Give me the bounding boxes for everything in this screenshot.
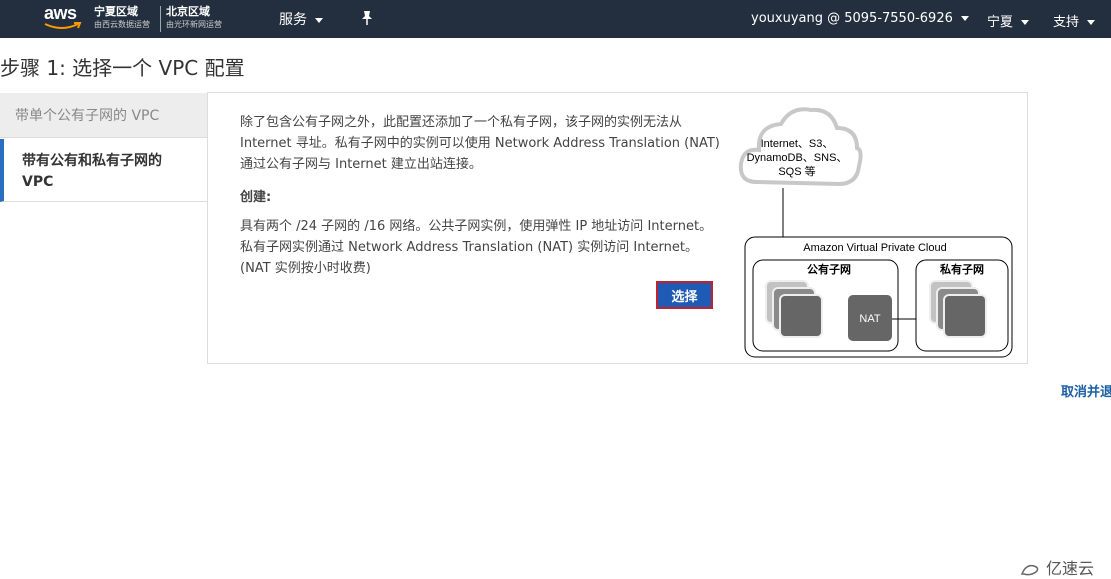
support-menu[interactable]: 支持 (1053, 11, 1096, 30)
cloud-text-line1: Internet、S3、 (761, 138, 834, 150)
vpc-architecture-diagram: Internet、S3、 DynamoDB、SNS、 SQS 等 Amazon … (738, 107, 1013, 358)
create-label: 创建: (240, 190, 272, 205)
region-ningxia-operator: 由西云数据运营 (94, 20, 150, 29)
config-description: 除了包含公有子网之外，此配置还添加了一个私有子网，该子网的实例无法从 Inter… (240, 115, 720, 172)
region-beijing[interactable]: 北京区域 由光环新网运营 (166, 5, 222, 31)
region-ningxia-name: 宁夏区域 (94, 5, 138, 18)
chevron-down-icon (960, 16, 969, 21)
watermark: 亿速云 (1020, 555, 1094, 579)
nat-label: NAT (859, 313, 880, 325)
tab-single-public-subnet-vpc[interactable]: 带单个公有子网的 VPC (0, 93, 207, 138)
services-label: 服务 (279, 12, 307, 28)
chevron-down-icon (1021, 20, 1030, 25)
tab-public-private-subnet-vpc[interactable]: 带有公有和私有子网的 VPC (0, 139, 207, 202)
aws-logo-text: aws (44, 3, 77, 23)
account-menu[interactable]: youxuyang @ 5095-7550-6926 (751, 11, 969, 26)
cancel-link[interactable]: 取消并退 (1061, 381, 1111, 400)
support-label: 支持 (1053, 15, 1080, 30)
region-divider (160, 6, 161, 32)
page-title: 步骤 1: 选择一个 VPC 配置 (0, 56, 245, 80)
cloud-text-line3: SQS 等 (778, 164, 815, 178)
chevron-down-icon (315, 17, 323, 23)
server-stack-icon (765, 280, 823, 338)
create-details: 具有两个 /24 子网的 /16 网络。公共子网实例，使用弹性 IP 地址访问 … (240, 219, 713, 276)
private-subnet-label: 私有子网 (940, 262, 984, 276)
region-menu-label: 宁夏 (987, 15, 1014, 30)
region-ningxia[interactable]: 宁夏区域 由西云数据运营 (94, 5, 150, 31)
top-nav: aws 宁夏区域 由西云数据运营 北京区域 由光环新网运营 服务 youxuya… (0, 0, 1111, 38)
account-label: youxuyang @ 5095-7550-6926 (751, 11, 953, 26)
services-menu[interactable]: 服务 (279, 9, 323, 29)
vpc-label: Amazon Virtual Private Cloud (803, 242, 946, 254)
cloud-text-line2: DynamoDB、SNS、 (747, 152, 848, 164)
watermark-text: 亿速云 (1046, 559, 1095, 578)
region-beijing-operator: 由光环新网运营 (166, 20, 222, 29)
watermark-logo-icon (1020, 564, 1039, 575)
chevron-down-icon (1087, 20, 1096, 25)
region-menu[interactable]: 宁夏 (987, 11, 1030, 30)
aws-smile-icon (44, 22, 82, 29)
public-subnet-label: 公有子网 (807, 262, 851, 276)
select-button[interactable]: 选择 (656, 281, 713, 309)
aws-logo[interactable]: aws (44, 3, 82, 33)
region-beijing-name: 北京区域 (166, 5, 210, 18)
pin-icon[interactable] (360, 10, 374, 26)
server-stack-icon (929, 280, 987, 338)
